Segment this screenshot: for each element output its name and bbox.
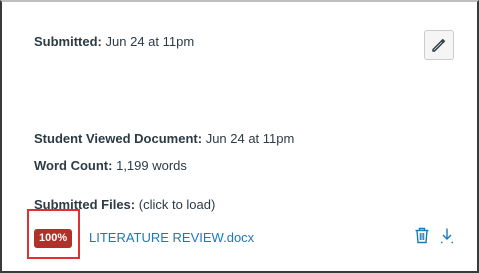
submitted-row: Submitted: Jun 24 at 11pm — [34, 34, 194, 49]
pencil-icon — [432, 38, 446, 52]
download-icon — [441, 228, 453, 244]
edit-button[interactable] — [424, 30, 454, 60]
trash-icon — [415, 227, 429, 244]
submitted-label: Submitted: — [34, 34, 102, 49]
download-file-button[interactable] — [439, 227, 455, 249]
viewed-row: Student Viewed Document: Jun 24 at 11pm — [34, 131, 294, 146]
word-count-value: 1,199 words — [116, 158, 187, 173]
submitted-value: Jun 24 at 11pm — [105, 34, 195, 49]
similarity-score-badge[interactable]: 100% — [34, 229, 73, 248]
viewed-value: Jun 24 at 11pm — [205, 131, 295, 146]
viewed-label: Student Viewed Document: — [34, 131, 203, 146]
word-count-label: Word Count: — [34, 158, 113, 173]
file-link[interactable]: LITERATURE REVIEW.docx — [89, 230, 254, 245]
word-count-row: Word Count: 1,199 words — [34, 158, 187, 173]
submission-details-panel: Submitted: Jun 24 at 11pm Student Viewed… — [0, 0, 479, 273]
delete-file-button[interactable] — [414, 227, 430, 249]
submitted-files-hint: (click to load) — [138, 197, 216, 212]
